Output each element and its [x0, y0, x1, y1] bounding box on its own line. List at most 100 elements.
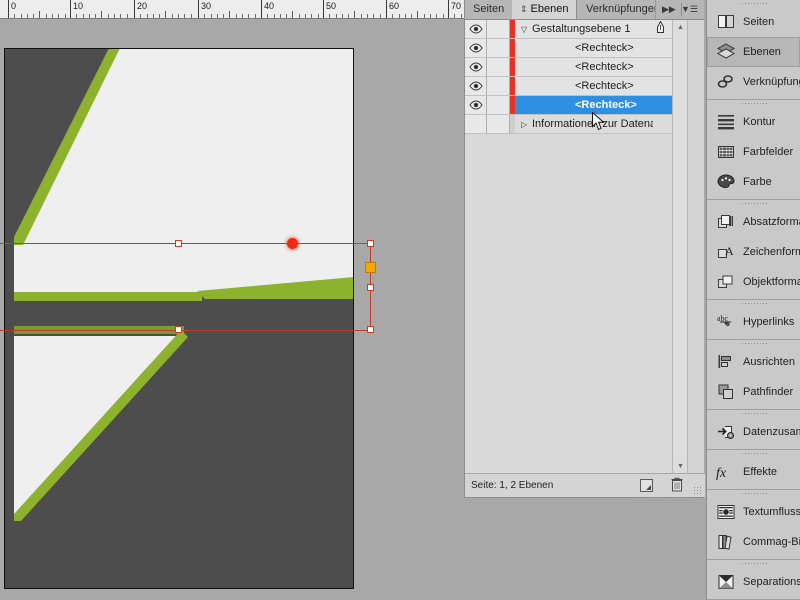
layer-row[interactable]: <Rechteck>: [465, 77, 689, 96]
layers-panel[interactable]: Seiten ⇕ Ebenen Verknüpfungen ▶▶ ▼☰ ▽ Gest…: [464, 0, 705, 501]
dock-item-separationsvorschau[interactable]: Separationsvorschau: [707, 567, 800, 597]
visibility-eye-icon[interactable]: [468, 100, 483, 110]
layer-row[interactable]: <Rechteck>: [465, 96, 689, 115]
object-styles-icon: [715, 271, 737, 293]
layer-visibility-toggle[interactable]: [465, 77, 487, 95]
color-palette-icon: [717, 174, 735, 189]
dock-group-drag-handle[interactable]: [707, 410, 800, 417]
dock-item-commag-bibliothek[interactable]: Commag-Bibliothek: [707, 527, 800, 557]
layer-name-cell[interactable]: ▷Informationen zur Datenanlage: [515, 118, 653, 130]
visibility-eye-icon[interactable]: [468, 24, 483, 34]
panel-tab-bar[interactable]: Seiten ⇕ Ebenen Verknüpfungen ▶▶ ▼☰: [465, 0, 704, 20]
ruler-tick-minor: [248, 14, 250, 18]
layer-row[interactable]: ▽ Gestaltungsebene 1: [465, 20, 689, 39]
panel-tab-controls[interactable]: ▶▶ ▼☰: [655, 0, 704, 19]
dock-group-drag-handle[interactable]: [707, 450, 800, 457]
ruler-tick-minor: [14, 14, 16, 18]
dock-group-drag-handle[interactable]: [707, 100, 800, 107]
selection-handle-bottom-right[interactable]: [367, 326, 374, 333]
layers-scrollbar[interactable]: ▲ ▼: [672, 20, 688, 473]
layer-lock-toggle[interactable]: [487, 39, 510, 57]
resize-grip-icon[interactable]: [693, 486, 702, 495]
ruler-tick-minor: [140, 14, 142, 18]
delete-layer-button[interactable]: [671, 477, 683, 492]
panel-menu-icon[interactable]: ▼☰: [681, 4, 698, 15]
layer-visibility-toggle[interactable]: [465, 96, 487, 114]
dock-group-drag-handle[interactable]: [707, 490, 800, 497]
visibility-eye-icon[interactable]: [468, 81, 483, 91]
ruler-tick-minor: [430, 14, 431, 18]
dock-item-label: Hyperlinks: [743, 316, 795, 328]
layer-list[interactable]: ▽ Gestaltungsebene 1 <Rechteck> <Rechteck> <…: [465, 20, 689, 473]
dock-item-zeichenformate[interactable]: A Zeichenformate: [707, 237, 800, 267]
dock-item-hyperlinks[interactable]: abc Hyperlinks: [707, 307, 800, 337]
dock-item-verkn-pfungen[interactable]: Verknüpfungen: [707, 67, 800, 97]
layer-pen-cell[interactable]: [653, 20, 667, 37]
dock-group-drag-handle[interactable]: [707, 0, 800, 7]
dock-item-farbe[interactable]: Farbe: [707, 167, 800, 197]
panel-resize-handle[interactable]: [635, 496, 691, 501]
scroll-up-arrow-icon[interactable]: ▲: [673, 20, 688, 34]
dock-item-absatzformate[interactable]: Absatzformate: [707, 207, 800, 237]
document-page[interactable]: [4, 48, 354, 589]
pages-icon: [718, 15, 734, 28]
dock-item-ebenen[interactable]: Ebenen: [707, 37, 800, 67]
layer-visibility-toggle[interactable]: [465, 115, 487, 133]
tab-ebenen[interactable]: ⇕ Ebenen: [512, 0, 578, 19]
disclosure-triangle-icon[interactable]: ▷: [521, 120, 530, 129]
layer-name-cell[interactable]: <Rechteck>: [515, 42, 653, 54]
dock-group-drag-handle[interactable]: [707, 300, 800, 307]
layer-row[interactable]: <Rechteck>: [465, 39, 689, 58]
selection-handle-top-right[interactable]: [367, 240, 374, 247]
document-canvas-area[interactable]: 0 10 20 30 40 50 60 70: [0, 0, 464, 600]
dock-item-seiten[interactable]: Seiten: [707, 7, 800, 37]
layer-visibility-toggle[interactable]: [465, 58, 487, 76]
hyperlinks-icon: abc: [715, 311, 737, 333]
double-right-arrow-icon[interactable]: ▶▶: [662, 4, 676, 15]
selection-handle-middle-right[interactable]: [367, 284, 374, 291]
dock-group-drag-handle[interactable]: [707, 560, 800, 567]
dock-item-effekte[interactable]: fx Effekte: [707, 457, 800, 487]
dock-group-drag-handle[interactable]: [707, 340, 800, 347]
ruler-tick-minor: [348, 14, 350, 18]
pen-target-icon[interactable]: [656, 20, 665, 34]
layer-lock-toggle[interactable]: [487, 115, 510, 133]
visibility-eye-icon[interactable]: [468, 43, 483, 53]
layer-row[interactable]: <Rechteck>: [465, 58, 689, 77]
dock-item-objektformate[interactable]: Objektformate: [707, 267, 800, 297]
dock-item-pathfinder[interactable]: Pathfinder: [707, 377, 800, 407]
layers-panel-footer[interactable]: Seite: 1, 2 Ebenen: [465, 473, 705, 497]
ruler-tick-minor: [235, 14, 237, 18]
dock-group-drag-handle[interactable]: [707, 200, 800, 207]
layer-name-cell[interactable]: <Rechteck>: [515, 80, 653, 92]
dock-item-textumfluss[interactable]: Textumfluss: [707, 497, 800, 527]
visibility-eye-icon[interactable]: [468, 62, 483, 72]
ruler-tick-major: [198, 0, 199, 18]
layer-visibility-toggle[interactable]: [465, 20, 487, 38]
layer-lock-toggle[interactable]: [487, 58, 510, 76]
panel-dock[interactable]: Seiten Ebenen Verknüpfungen Kontur Farbfelde…: [706, 0, 800, 600]
ruler-tick-minor: [254, 14, 256, 18]
layer-row[interactable]: ▷Informationen zur Datenanlage: [465, 115, 689, 134]
layer-lock-toggle[interactable]: [487, 20, 510, 38]
dock-item-ausrichten[interactable]: Ausrichten: [707, 347, 800, 377]
ruler-tick-minor: [311, 14, 313, 18]
layer-name-cell[interactable]: <Rechteck>: [515, 99, 653, 111]
dock-item-datenzusammenf-hrung[interactable]: Datenzusammenführung: [707, 417, 800, 447]
layer-name-cell[interactable]: <Rechteck>: [515, 61, 653, 73]
ruler-tick-minor: [52, 14, 53, 18]
scroll-down-arrow-icon[interactable]: ▼: [673, 459, 688, 473]
layer-lock-toggle[interactable]: [487, 96, 510, 114]
ruler-tick-minor: [64, 14, 66, 18]
dock-item-farbfelder[interactable]: Farbfelder: [707, 137, 800, 167]
ruler-tick-minor: [165, 11, 167, 18]
dock-item-kontur[interactable]: Kontur: [707, 107, 800, 137]
layer-visibility-toggle[interactable]: [465, 39, 487, 57]
layer-lock-toggle[interactable]: [487, 77, 510, 95]
new-layer-button[interactable]: [640, 479, 653, 492]
horizontal-ruler[interactable]: 0 10 20 30 40 50 60 70: [0, 0, 464, 19]
tab-seiten[interactable]: Seiten: [465, 0, 514, 19]
disclosure-triangle-icon[interactable]: ▽: [521, 25, 530, 34]
selection-anchor-center-right[interactable]: [365, 262, 376, 273]
layer-name-cell[interactable]: ▽ Gestaltungsebene 1: [515, 23, 653, 35]
